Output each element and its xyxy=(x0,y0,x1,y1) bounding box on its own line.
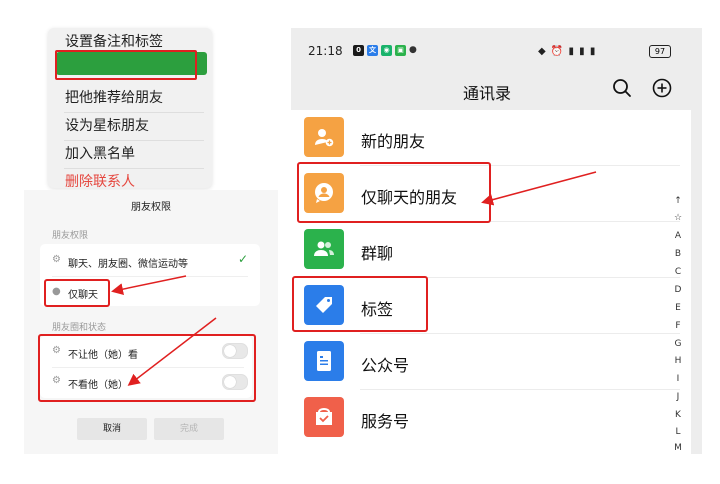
arrow-chat-only-friends xyxy=(481,171,597,206)
arrow-moments xyxy=(127,317,217,386)
annotation-box-menu xyxy=(55,50,197,80)
arrow-chat-only xyxy=(111,275,187,296)
